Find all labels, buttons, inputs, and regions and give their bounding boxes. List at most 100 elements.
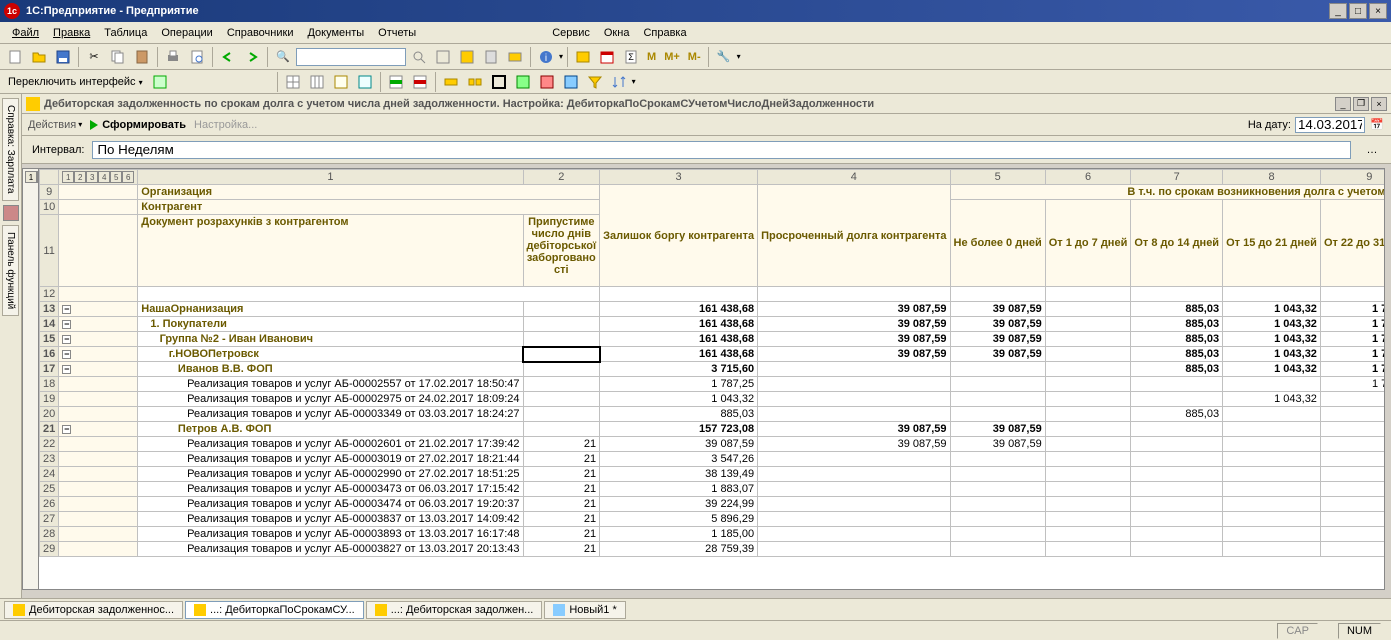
- table-row[interactable]: 23 Реализация товаров и услуг АБ-0000301…: [40, 452, 1386, 467]
- ungroup-icon[interactable]: [536, 71, 558, 93]
- task-2[interactable]: ...: ДебиторкаПоСрокамСУ...: [185, 601, 364, 619]
- grid4-icon[interactable]: [354, 71, 376, 93]
- calendar-icon[interactable]: [596, 46, 618, 68]
- menu-file[interactable]: Файл: [6, 25, 45, 41]
- info-icon[interactable]: i: [535, 46, 557, 68]
- table-row[interactable]: 27 Реализация товаров и услуг АБ-0000383…: [40, 512, 1386, 527]
- tree-toggle[interactable]: −: [62, 305, 71, 314]
- main-toolbar: ✂ 🔍 i ▾ Σ M M+ M- 🔧 ▾: [0, 44, 1391, 70]
- replace2-icon[interactable]: [456, 46, 478, 68]
- report-grid[interactable]: 1234561234567891011129ОрганизацияЗалишок…: [38, 168, 1385, 590]
- table-row[interactable]: 20 Реализация товаров и услуг АБ-0000334…: [40, 407, 1386, 422]
- menu-help[interactable]: Справка: [637, 25, 692, 41]
- menu-table[interactable]: Таблица: [98, 25, 153, 41]
- merge-icon[interactable]: [440, 71, 462, 93]
- search-input[interactable]: [296, 48, 406, 66]
- date-input[interactable]: [1295, 117, 1365, 133]
- split-icon[interactable]: [464, 71, 486, 93]
- table-row[interactable]: 15− Группа №2 - Иван Иванович161 438,683…: [40, 332, 1386, 347]
- menu-service[interactable]: Сервис: [546, 25, 596, 41]
- grid2-icon[interactable]: [306, 71, 328, 93]
- open-icon[interactable]: [28, 46, 50, 68]
- table-row[interactable]: 16− г.НОВОПетровск161 438,6839 087,5939 …: [40, 347, 1386, 362]
- table-row[interactable]: 18 Реализация товаров и услуг АБ-0000255…: [40, 377, 1386, 392]
- print-icon[interactable]: [162, 46, 184, 68]
- grid3-icon[interactable]: [330, 71, 352, 93]
- table-row[interactable]: 21− Петров А.В. ФОП157 723,0839 087,5939…: [40, 422, 1386, 437]
- task-1[interactable]: Дебиторская задолженнос...: [4, 601, 183, 619]
- search-icon[interactable]: 🔍: [272, 46, 294, 68]
- border-icon[interactable]: [488, 71, 510, 93]
- m-plus[interactable]: M+: [661, 51, 683, 63]
- table-row[interactable]: 29 Реализация товаров и услуг АБ-0000382…: [40, 542, 1386, 557]
- date-picker-icon[interactable]: 📅: [1369, 117, 1385, 133]
- menu-windows[interactable]: Окна: [598, 25, 636, 41]
- table-row[interactable]: 24 Реализация товаров и услуг АБ-0000299…: [40, 467, 1386, 482]
- tree-toggle[interactable]: −: [62, 350, 71, 359]
- delete-row-icon[interactable]: [409, 71, 431, 93]
- left-tab-functions[interactable]: Панель функций: [2, 225, 19, 316]
- goto-icon[interactable]: [504, 46, 526, 68]
- refs-icon[interactable]: [572, 46, 594, 68]
- grid1-icon[interactable]: [282, 71, 304, 93]
- menu-docs[interactable]: Документы: [301, 25, 370, 41]
- minimize-button[interactable]: _: [1329, 3, 1347, 19]
- table-row[interactable]: 25 Реализация товаров и услуг АБ-0000347…: [40, 482, 1386, 497]
- maximize-button[interactable]: □: [1349, 3, 1367, 19]
- task-3[interactable]: ...: Дебиторская задолжен...: [366, 601, 543, 619]
- table-row[interactable]: 12: [40, 287, 1386, 302]
- tree-toggle[interactable]: −: [62, 425, 71, 434]
- table-row[interactable]: 19 Реализация товаров и услуг АБ-0000297…: [40, 392, 1386, 407]
- insert-row-icon[interactable]: [385, 71, 407, 93]
- table-row[interactable]: 13−НашаОрнанизация161 438,6839 087,5939 …: [40, 302, 1386, 317]
- main-menu: Файл Правка Таблица Операции Справочники…: [0, 22, 1391, 44]
- table-row[interactable]: 22 Реализация товаров и услуг АБ-0000260…: [40, 437, 1386, 452]
- table-row[interactable]: 14− 1. Покупатели161 438,6839 087,5939 0…: [40, 317, 1386, 332]
- filter-icon[interactable]: [584, 71, 606, 93]
- menu-edit[interactable]: Правка: [47, 25, 96, 41]
- copy-icon[interactable]: [107, 46, 129, 68]
- group-icon[interactable]: [512, 71, 534, 93]
- actions-dropdown[interactable]: Действия ▾: [28, 119, 82, 131]
- menu-reports[interactable]: Отчеты: [372, 25, 422, 41]
- table-row[interactable]: 17− Иванов В.В. ФОП3 715,60885,031 043,3…: [40, 362, 1386, 377]
- left-panel-icon[interactable]: [3, 205, 19, 221]
- close-button[interactable]: ×: [1369, 3, 1387, 19]
- m-label: M: [644, 51, 659, 63]
- find-next-icon[interactable]: [408, 46, 430, 68]
- save-icon[interactable]: [52, 46, 74, 68]
- tb2-icon-1[interactable]: [149, 71, 171, 93]
- report-restore-button[interactable]: ❐: [1353, 97, 1369, 111]
- report-min-button[interactable]: _: [1335, 97, 1351, 111]
- m-minus[interactable]: M-: [685, 51, 704, 63]
- undo-icon[interactable]: [217, 46, 239, 68]
- menu-operations[interactable]: Операции: [155, 25, 218, 41]
- paste-icon[interactable]: [131, 46, 153, 68]
- interval-picker-icon[interactable]: …: [1363, 141, 1381, 159]
- tree-toggle[interactable]: −: [62, 320, 71, 329]
- report-close-button[interactable]: ×: [1371, 97, 1387, 111]
- level-1[interactable]: 1: [25, 171, 37, 183]
- calc2-icon[interactable]: Σ: [620, 46, 642, 68]
- task-4[interactable]: Новый1 *: [544, 601, 625, 619]
- menu-refs[interactable]: Справочники: [221, 25, 300, 41]
- form-button[interactable]: Сформировать: [90, 119, 186, 131]
- settings-link[interactable]: Настройка...: [194, 119, 257, 131]
- tree-toggle[interactable]: −: [62, 365, 71, 374]
- replace-icon[interactable]: [432, 46, 454, 68]
- calc-icon[interactable]: [480, 46, 502, 68]
- new-icon[interactable]: [4, 46, 26, 68]
- report-title: Дебиторская задолженность по срокам долг…: [44, 98, 1335, 110]
- redo-icon[interactable]: [241, 46, 263, 68]
- sort-icon[interactable]: [608, 71, 630, 93]
- table-row[interactable]: 28 Реализация товаров и услуг АБ-0000389…: [40, 527, 1386, 542]
- wrench-icon[interactable]: 🔧: [713, 46, 735, 68]
- freeze-icon[interactable]: [560, 71, 582, 93]
- switch-interface[interactable]: Переключить интерфейс ▾: [4, 76, 147, 88]
- preview-icon[interactable]: [186, 46, 208, 68]
- tree-toggle[interactable]: −: [62, 335, 71, 344]
- interval-input[interactable]: [92, 141, 1351, 159]
- table-row[interactable]: 26 Реализация товаров и услуг АБ-0000347…: [40, 497, 1386, 512]
- left-tab-help[interactable]: Справка: Зарплата: [2, 98, 19, 201]
- cut-icon[interactable]: ✂: [83, 46, 105, 68]
